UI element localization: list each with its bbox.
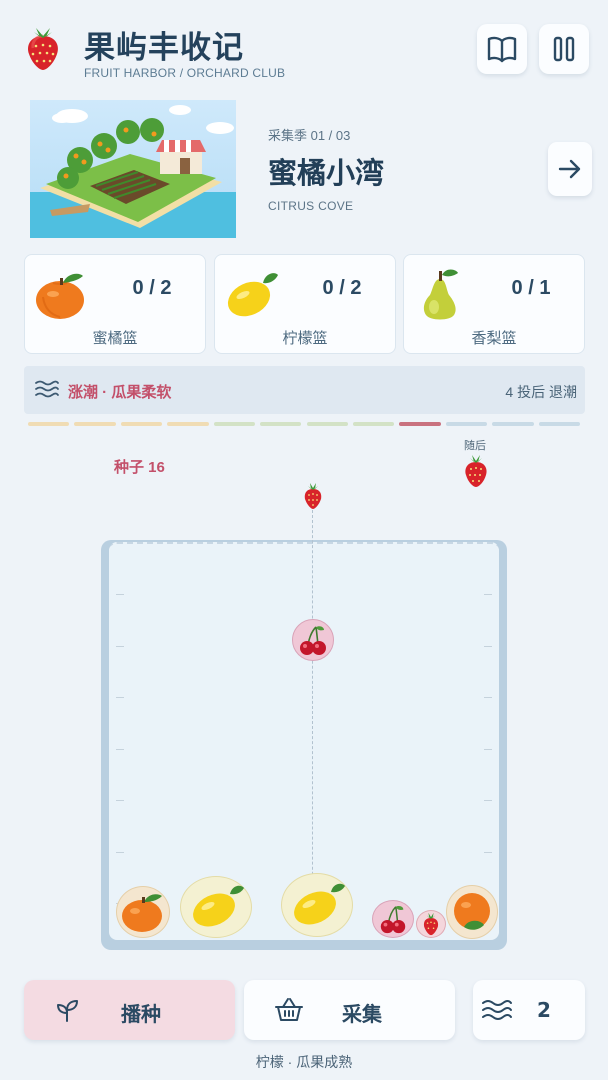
current-fruit-strawberry-dropper[interactable] (302, 482, 324, 515)
waves-icon (35, 380, 59, 398)
strawberry-logo-icon (22, 26, 64, 72)
harvest-button[interactable]: 采集 (244, 980, 455, 1040)
tide-skill-button[interactable]: 2 (473, 980, 585, 1040)
seed-counter: 种子 16 (114, 459, 165, 476)
tide-progress-segment (492, 422, 534, 426)
orange-fruit (446, 885, 498, 939)
pause-icon (553, 36, 575, 62)
tide-progress-segment (120, 422, 163, 426)
basket-count: 0 / 2 (322, 277, 362, 299)
next-fruit-strawberry-icon (462, 454, 490, 493)
board-height-tick (116, 748, 124, 750)
tide-progress-segment (306, 422, 348, 426)
app-subtitle: FRUIT HARBOR / ORCHARD CLUB (84, 66, 286, 80)
board-height-tick (116, 697, 124, 698)
status-message: 柠檬 · 瓜果成熟 (255, 1054, 353, 1070)
guide-book-button[interactable] (477, 24, 527, 74)
tide-progress-segment (167, 422, 209, 426)
lemon-fruit (281, 873, 353, 937)
lemon-icon (223, 267, 279, 323)
drop-guide-line (312, 510, 313, 930)
plant-button-label: 播种 (121, 1002, 161, 1026)
board-height-tick (116, 800, 124, 801)
strawberry-fruit (416, 910, 446, 938)
pear-icon (412, 267, 468, 323)
arrow-right-icon (558, 159, 581, 179)
pause-button[interactable] (539, 24, 589, 74)
board-height-tick (116, 645, 124, 647)
plant-button[interactable]: 播种 (24, 980, 235, 1040)
tide-countdown: 4 投后 退潮 (505, 384, 577, 400)
app-title: 果屿丰收记 (84, 30, 244, 66)
basket-lemon[interactable]: 0 / 2 柠檬篮 (214, 254, 396, 354)
basket-count: 0 / 1 (511, 277, 551, 299)
level-name: 蜜橘小湾 (268, 156, 385, 190)
tide-progress-segment (28, 422, 70, 426)
board-height-tick (484, 645, 492, 647)
board-height-tick (484, 748, 492, 750)
board-height-tick (484, 697, 492, 698)
tide-progress-segment (352, 422, 395, 426)
harvest-button-label: 采集 (342, 1002, 382, 1026)
cherry-fruit (292, 619, 334, 661)
basket-pear[interactable]: 0 / 1 香梨篮 (403, 254, 585, 354)
tide-progress-segment (213, 422, 256, 426)
tide-progress-segment (74, 422, 116, 426)
tide-progress-segment (445, 422, 488, 426)
basket-count: 0 / 2 (132, 277, 172, 299)
basket-label: 柠檬篮 (282, 330, 328, 347)
basket-label: 香梨篮 (471, 330, 517, 347)
board-height-tick (116, 851, 124, 853)
level-island-illustration (30, 100, 236, 238)
waves-icon (482, 1000, 512, 1020)
basket-icon (275, 998, 303, 1021)
book-icon (487, 36, 517, 63)
tide-skill-count: 2 (537, 998, 551, 1022)
next-level-button[interactable] (548, 142, 592, 196)
sprout-icon (57, 1000, 78, 1022)
level-name-english: CITRUS COVE (268, 199, 354, 213)
lemon-fruit (180, 876, 252, 938)
tide-status-bar: 涨潮 · 瓜果柔软 4 投后 退潮 (24, 366, 585, 414)
board-height-tick (116, 594, 124, 595)
cherry-fruit (372, 900, 414, 938)
tide-effect-text: 涨潮 · 瓜果柔软 (68, 384, 172, 401)
tide-progress-segment (538, 422, 580, 426)
basket-label: 蜜橘篮 (92, 330, 138, 347)
tide-progress-segment (260, 422, 302, 426)
season-indicator: 采集季 01 / 03 (268, 128, 351, 143)
board-height-tick (484, 800, 492, 801)
orange-fruit (116, 886, 170, 938)
orange-icon (33, 267, 89, 323)
basket-orange[interactable]: 0 / 2 蜜橘篮 (24, 254, 206, 354)
board-height-tick (484, 594, 492, 595)
tide-progress-segment (399, 422, 441, 426)
board-height-tick (484, 851, 492, 853)
next-fruit-label: 随后 (464, 440, 486, 452)
